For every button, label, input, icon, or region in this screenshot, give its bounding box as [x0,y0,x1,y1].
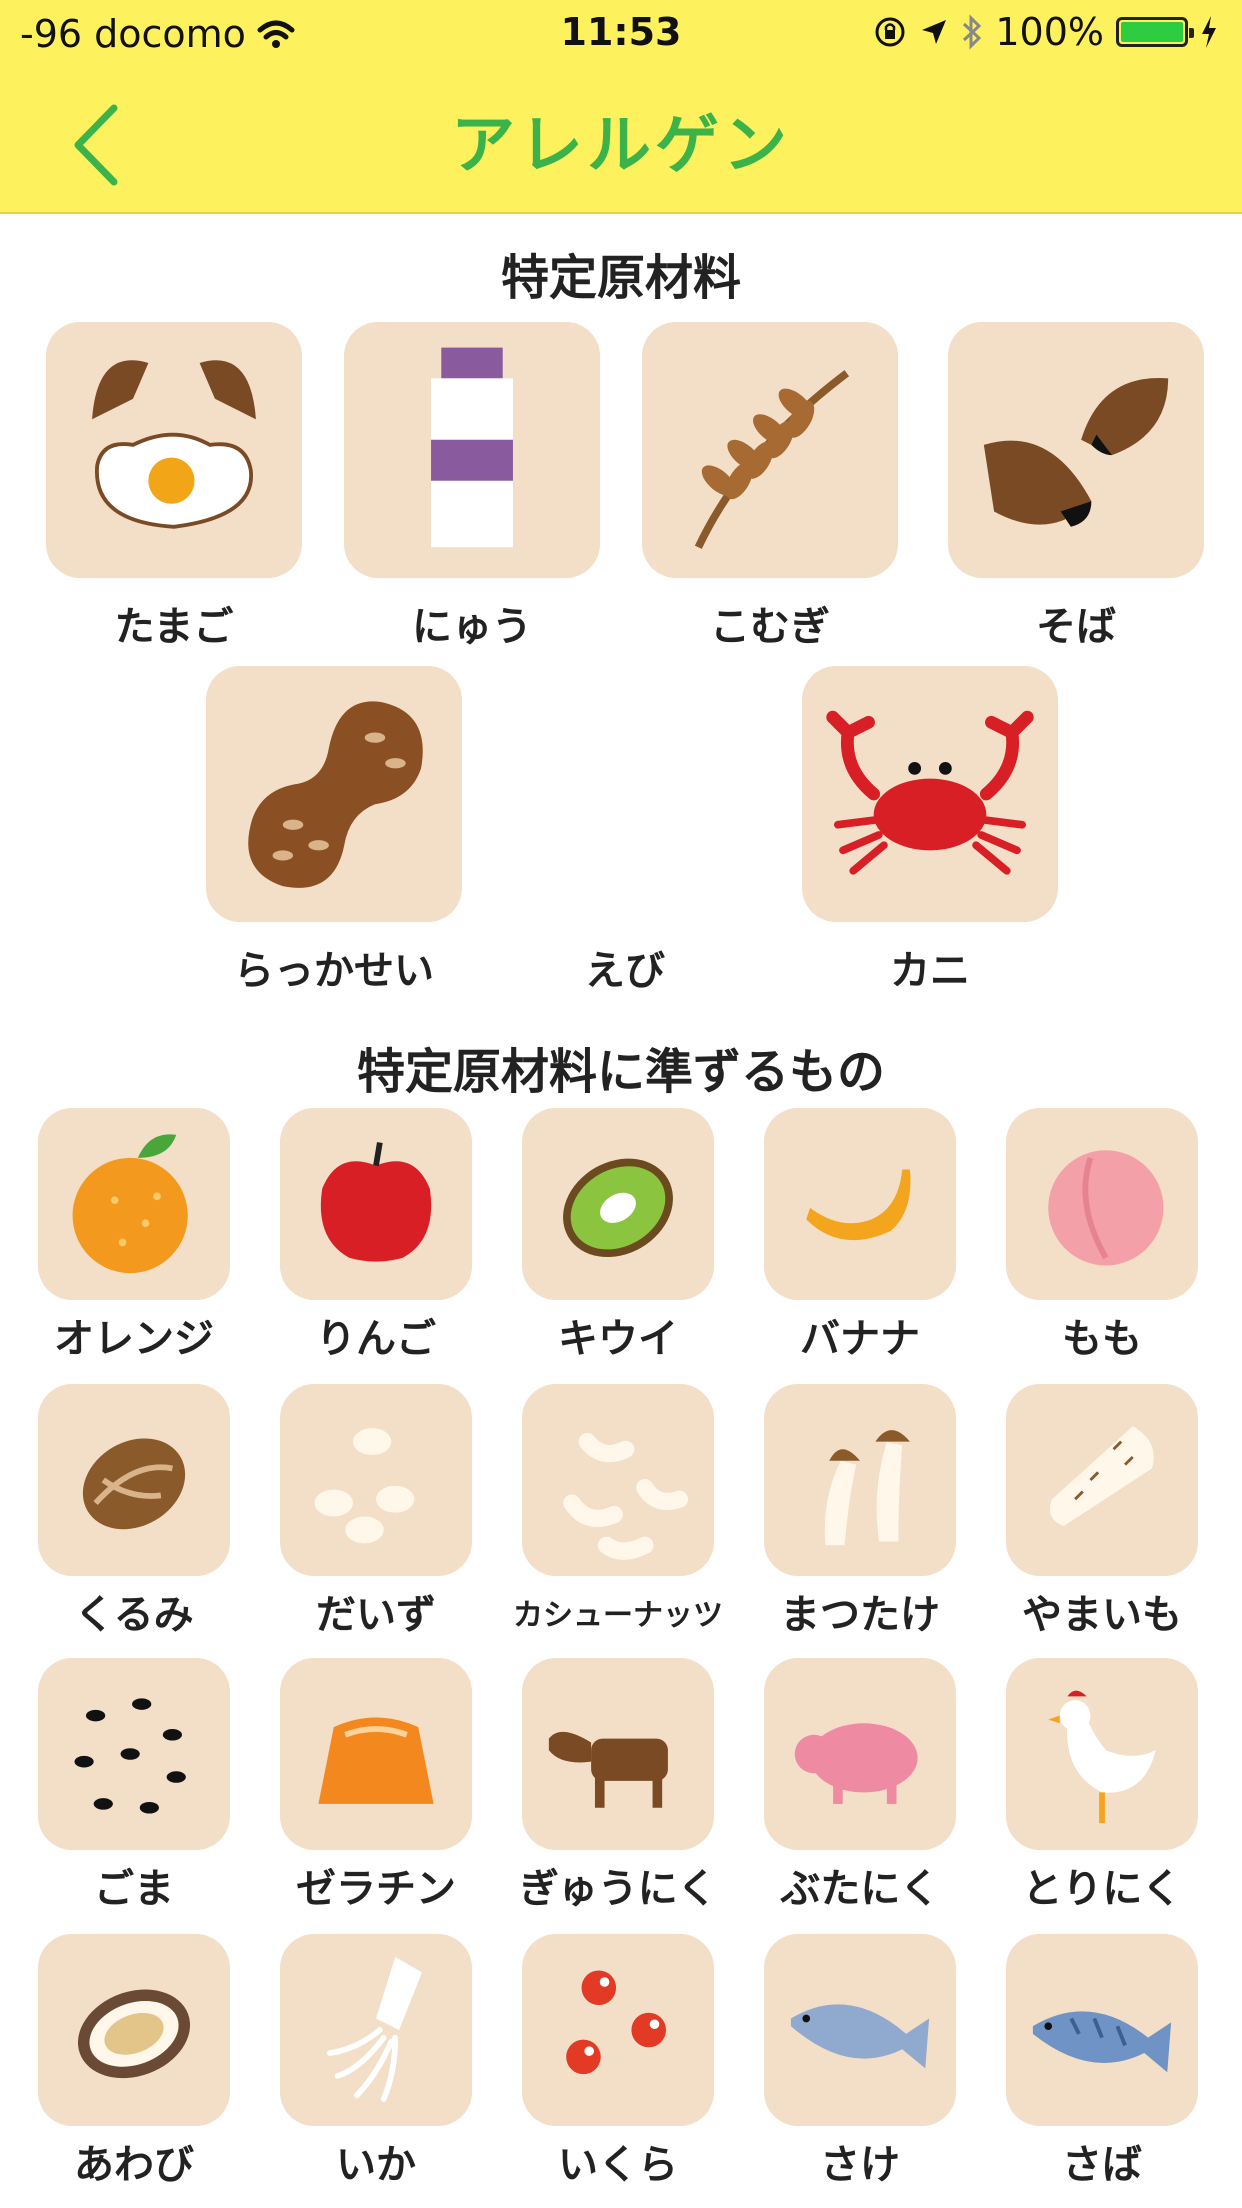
wheat-icon [642,322,898,578]
allergen-label: カシューナッツ [513,1598,723,1633]
allergen-label: ぶたにく [780,1866,940,1912]
cashew-icon [522,1384,714,1576]
allergen-item-toriniku[interactable]: とりにく [1006,1658,1198,1912]
battery-icon [1116,17,1194,47]
allergen-label: くるみ [74,1592,194,1638]
allergen-label: とりにく [1022,1866,1182,1912]
peach-icon [1006,1108,1198,1300]
walnut-icon [38,1384,230,1576]
page-title: アレルゲン [451,109,791,183]
allergen-label: やまいも [1022,1592,1182,1638]
allergen-label: さけ [820,2142,900,2188]
allergen-item-saba[interactable]: さば [1006,1934,1198,2188]
allergen-item-nyuu[interactable]: にゅう [344,322,600,650]
allergen-item-kiwi[interactable]: キウイ [522,1108,714,1362]
pig-icon [764,1658,956,1850]
allergen-item-soba[interactable]: そば [948,322,1204,650]
allergen-label: こむぎ [710,604,830,650]
allergen-label: あわび [74,2142,194,2188]
allergen-item-daizu[interactable]: だいず [280,1384,472,1638]
soybean-icon [280,1384,472,1576]
status-right: 100% [873,10,1218,54]
egg-icon [46,322,302,578]
allergen-item-matsutake[interactable]: まつたけ [764,1384,956,1638]
allergen-item-gelatin[interactable]: ゼラチン [280,1658,472,1912]
allergen-label: らっかせい [234,948,434,994]
rotation-lock-icon [875,17,905,47]
allergen-item-ikura[interactable]: いくら [522,1934,714,2188]
allergen-item-momo[interactable]: もも [1006,1108,1198,1362]
squid-icon [280,1934,472,2126]
shrimp-tile-empty [550,666,700,922]
jelly-icon [280,1658,472,1850]
allergen-item-butaniku[interactable]: ぶたにく [764,1658,956,1912]
allergen-item-tamago[interactable]: たまご [46,322,302,650]
salmon-fish-icon [764,1934,956,2126]
abalone-icon [38,1934,230,2126]
bluetooth-icon [963,14,982,50]
allergen-label: ゼラチン [296,1866,456,1912]
allergen-item-goma[interactable]: ごま [38,1658,230,1912]
allergen-label: オレンジ [54,1316,214,1362]
allergen-label: さば [1062,2142,1142,2188]
allergen-label: たまご [114,604,234,650]
allergen-item-yamaimo[interactable]: やまいも [1006,1384,1198,1638]
allergen-label: まつたけ [780,1592,940,1638]
allergen-label: いか [336,2142,416,2188]
yam-icon [1006,1384,1198,1576]
navigation-bar: アレルゲン [0,66,1242,214]
allergen-label: ぎゅうにく [519,1866,717,1912]
allergen-label: ごま [94,1866,174,1912]
banana-icon [764,1108,956,1300]
chicken-icon [1006,1658,1198,1850]
mackerel-fish-icon [1006,1934,1198,2126]
section-title-major: 特定原材料 [500,250,741,306]
allergen-item-ebi[interactable]: えび [550,666,700,994]
allergen-label: だいず [316,1592,436,1638]
peanut-icon [206,666,462,922]
section-title-minor: 特定原材料に準ずるもの [356,1044,885,1100]
charging-bolt-icon [1202,16,1216,48]
kiwi-icon [522,1108,714,1300]
allergen-label: にゅう [412,604,532,650]
milk-bottle-icon [344,322,600,578]
cow-icon [522,1658,714,1850]
allergen-label: りんご [316,1316,436,1362]
buckwheat-icon [948,322,1204,578]
allergen-item-ika[interactable]: いか [280,1934,472,2188]
allergen-item-gyuniku[interactable]: ぎゅうにく [519,1658,717,1912]
allergen-item-sake[interactable]: さけ [764,1934,956,2188]
allergen-label: もも [1062,1316,1142,1362]
allergen-item-ringo[interactable]: りんご [280,1108,472,1362]
apple-icon [280,1108,472,1300]
status-bar: -96 docomo 11:53 100% [0,0,1242,66]
allergen-item-cashew[interactable]: カシューナッツ [513,1384,723,1633]
salmon-roe-icon [522,1934,714,2126]
allergen-item-kani[interactable]: カニ [802,666,1058,994]
allergen-item-orange[interactable]: オレンジ [38,1108,230,1362]
orange-icon [38,1108,230,1300]
allergen-label: バナナ [800,1316,920,1362]
allergen-item-kurumi[interactable]: くるみ [38,1384,230,1638]
allergen-item-banana[interactable]: バナナ [764,1108,956,1362]
mushroom-icon [764,1384,956,1576]
allergen-label: そば [1036,604,1116,650]
battery-percent: 100% [995,10,1104,54]
crab-icon [802,666,1058,922]
allergen-item-rakkasei[interactable]: らっかせい [206,666,462,994]
allergen-label: いくら [558,2142,678,2188]
allergen-item-awabi[interactable]: あわび [38,1934,230,2188]
allergen-item-komugi[interactable]: こむぎ [642,322,898,650]
allergen-label: えび [585,948,665,994]
allergen-label: カニ [890,948,970,994]
sesame-icon [38,1658,230,1850]
location-arrow-icon [922,20,947,44]
allergen-label: キウイ [558,1316,678,1362]
